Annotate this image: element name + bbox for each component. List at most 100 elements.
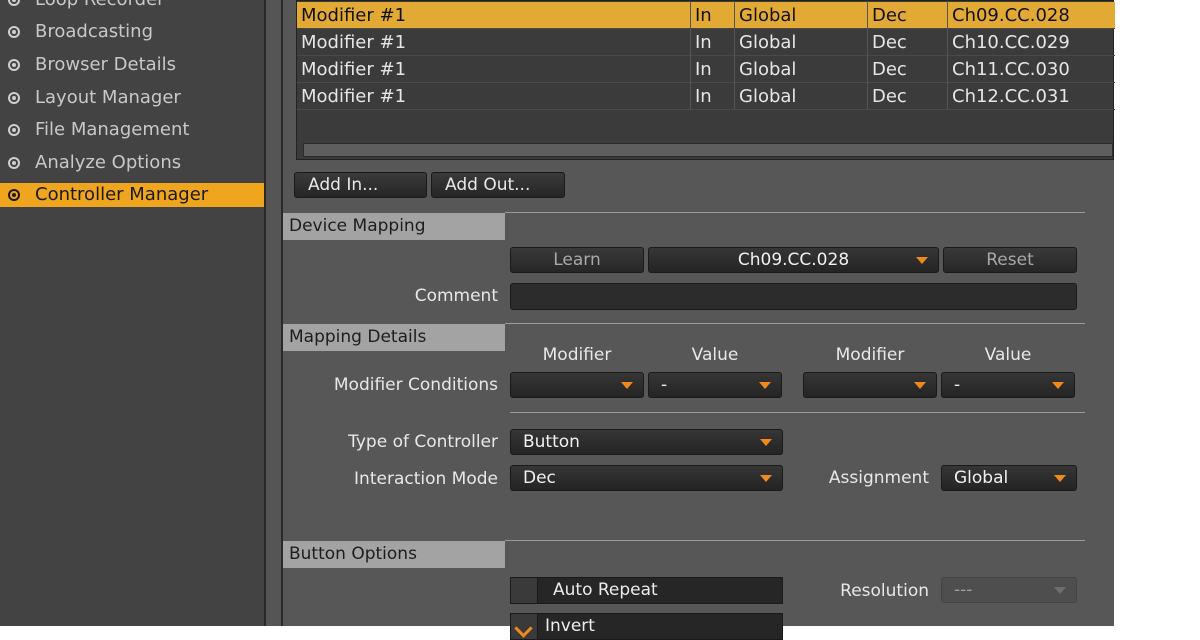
cell-io: In <box>695 32 712 53</box>
preferences-sidebar: Loop Recorder Broadcasting Browser Detai… <box>0 0 264 626</box>
chevron-down-icon <box>1052 382 1064 389</box>
horizontal-scrollbar[interactable] <box>303 143 1113 157</box>
column-divider <box>947 1 948 109</box>
type-of-controller-dropdown[interactable]: Button <box>510 429 783 455</box>
reset-button[interactable]: Reset <box>943 247 1077 273</box>
sidebar-item-layout-manager[interactable]: Layout Manager <box>0 86 264 110</box>
dropdown-value: - <box>661 375 668 395</box>
interaction-mode-dropdown[interactable]: Dec <box>510 465 783 491</box>
table-row[interactable]: Modifier #1 In Global Dec Ch12.CC.031 <box>297 83 1115 110</box>
radio-icon <box>8 26 20 38</box>
dropdown-value: --- <box>954 580 973 600</box>
section-divider <box>505 212 1085 213</box>
cell-control: Ch12.CC.031 <box>952 86 1070 107</box>
sidebar-item-analyze-options[interactable]: Analyze Options <box>0 151 264 175</box>
assignment-label: Assignment <box>828 468 929 488</box>
chevron-down-icon <box>759 382 771 389</box>
auto-repeat-label: Auto Repeat <box>553 580 658 600</box>
sidebar-item-label: Analyze Options <box>35 152 182 173</box>
chevron-down-icon <box>916 257 928 264</box>
condition-1-modifier-dropdown[interactable] <box>510 372 644 398</box>
dropdown-value: Dec <box>523 468 556 488</box>
condition-2-modifier-dropdown[interactable] <box>803 372 937 398</box>
section-divider <box>510 412 1085 413</box>
modifier-conditions-label: Modifier Conditions <box>333 375 498 395</box>
cell-name: Modifier #1 <box>301 32 407 53</box>
button-options-header: Button Options <box>283 541 505 568</box>
cell-mode: Dec <box>872 32 907 53</box>
table-row[interactable]: Modifier #1 In Global Dec Ch09.CC.028 <box>297 2 1115 29</box>
column-divider <box>867 1 868 109</box>
cell-deck: Global <box>739 86 797 107</box>
checkbox-icon <box>511 578 538 603</box>
device-mapping-header: Device Mapping <box>283 213 505 240</box>
sidebar-item-controller-manager[interactable]: Controller Manager <box>0 183 264 207</box>
dropdown-value: Button <box>523 432 580 452</box>
table-row[interactable]: Modifier #1 In Global Dec Ch11.CC.030 <box>297 56 1115 83</box>
cell-mode: Dec <box>872 86 907 107</box>
chevron-down-icon <box>1054 587 1066 594</box>
section-divider <box>505 540 1085 541</box>
comment-field[interactable] <box>510 283 1077 310</box>
column-header-value: Value <box>984 345 1032 365</box>
outer-background <box>1114 0 1200 626</box>
cell-io: In <box>695 86 712 107</box>
interaction-mode-label: Interaction Mode <box>354 469 498 489</box>
cell-deck: Global <box>739 59 797 80</box>
sidebar-item-label: Controller Manager <box>35 184 209 205</box>
control-dropdown[interactable]: Ch09.CC.028 <box>648 247 939 273</box>
sidebar-item-label: Broadcasting <box>35 21 154 42</box>
comment-label: Comment <box>414 286 498 306</box>
auto-repeat-checkbox[interactable]: Auto Repeat <box>510 577 783 604</box>
cell-name: Modifier #1 <box>301 59 407 80</box>
add-out-button[interactable]: Add Out... <box>431 172 565 198</box>
cell-name: Modifier #1 <box>301 5 407 26</box>
sidebar-item-loop-recorder[interactable]: Loop Recorder <box>0 0 264 12</box>
radio-icon <box>8 59 20 71</box>
column-header-modifier: Modifier <box>835 345 905 365</box>
radio-icon <box>8 189 20 201</box>
chevron-down-icon <box>760 475 772 482</box>
cell-mode: Dec <box>872 5 907 26</box>
cell-mode: Dec <box>872 59 907 80</box>
mapping-table: Modifier #1 In Global Dec Ch09.CC.028 Mo… <box>296 0 1115 160</box>
chevron-down-icon <box>1054 475 1066 482</box>
invert-checkbox[interactable]: Invert <box>510 613 783 640</box>
add-in-button[interactable]: Add In... <box>294 172 427 198</box>
sidebar-item-label: Layout Manager <box>35 87 181 108</box>
cell-deck: Global <box>739 32 797 53</box>
resolution-label: Resolution <box>840 581 929 601</box>
checkmark-icon <box>511 614 538 639</box>
assignment-dropdown[interactable]: Global <box>941 465 1077 491</box>
cell-io: In <box>695 5 712 26</box>
mapping-details-header: Mapping Details <box>283 324 505 351</box>
sidebar-divider <box>264 0 283 626</box>
cell-io: In <box>695 59 712 80</box>
sidebar-item-browser-details[interactable]: Browser Details <box>0 53 264 77</box>
dropdown-value: Global <box>954 468 1009 488</box>
cell-control: Ch11.CC.030 <box>952 59 1070 80</box>
sidebar-item-label: Browser Details <box>35 54 177 75</box>
column-header-modifier: Modifier <box>542 345 612 365</box>
dropdown-value: - <box>954 375 961 395</box>
control-dropdown-value: Ch09.CC.028 <box>737 250 850 270</box>
radio-icon <box>8 92 20 104</box>
chevron-down-icon <box>914 382 926 389</box>
chevron-down-icon <box>760 439 772 446</box>
column-divider <box>690 1 691 109</box>
invert-label: Invert <box>545 616 595 636</box>
sidebar-item-label: Loop Recorder <box>35 0 165 12</box>
cell-name: Modifier #1 <box>301 86 407 107</box>
condition-2-value-dropdown[interactable]: - <box>941 372 1075 398</box>
cell-control: Ch09.CC.028 <box>952 5 1070 26</box>
cell-deck: Global <box>739 5 797 26</box>
sidebar-item-file-management[interactable]: File Management <box>0 118 264 142</box>
learn-button[interactable]: Learn <box>510 247 644 273</box>
resolution-dropdown[interactable]: --- <box>941 577 1077 603</box>
condition-1-value-dropdown[interactable]: - <box>648 372 782 398</box>
table-row[interactable]: Modifier #1 In Global Dec Ch10.CC.029 <box>297 29 1115 56</box>
radio-icon <box>8 124 20 136</box>
column-divider <box>734 1 735 109</box>
sidebar-item-broadcasting[interactable]: Broadcasting <box>0 20 264 44</box>
sidebar-item-label: File Management <box>35 119 190 140</box>
